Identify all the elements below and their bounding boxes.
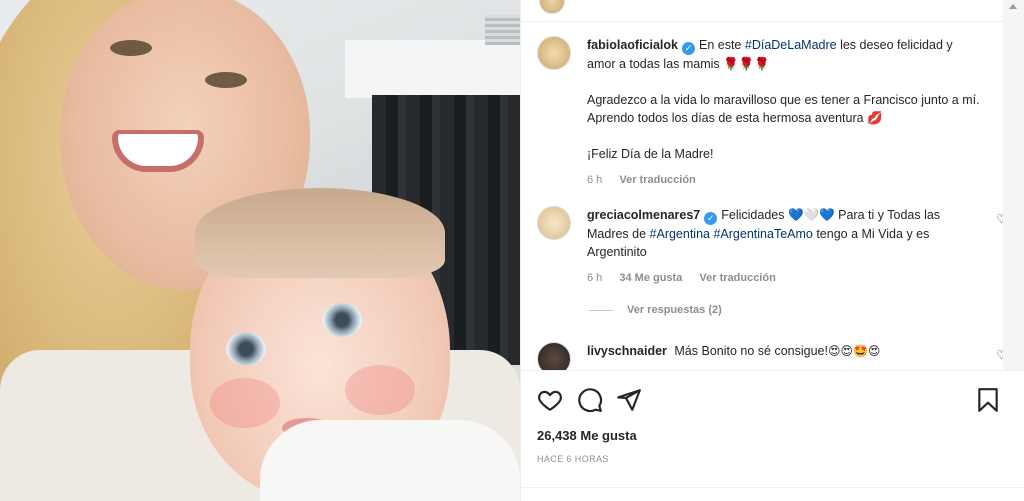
caption-text-prefix: En este xyxy=(699,38,745,52)
comment-text: Más Bonito no sé consigue! xyxy=(674,344,828,358)
caption-body: fabiolaoficialok ✓ En este #DíaDeLaMadre l… xyxy=(587,36,982,189)
caption-username[interactable]: fabiolaoficialok xyxy=(587,38,678,52)
lips-emoji: 💋 xyxy=(867,111,883,125)
comment-translate-link[interactable]: Ver traducción xyxy=(699,272,775,284)
view-replies-label[interactable]: Ver respuestas (2) xyxy=(627,304,722,316)
comment-body: greciacolmenares7 ✓ Felicidades 💙🤍💙 Para t… xyxy=(587,206,982,287)
post-actions: 26,438 Me gusta HACE 6 HORAS xyxy=(521,370,1024,501)
comment-icon[interactable] xyxy=(577,387,603,413)
comment-username[interactable]: greciacolmenares7 xyxy=(587,208,700,222)
add-comment-area[interactable] xyxy=(521,487,1024,501)
photo-baby-hair xyxy=(195,188,445,278)
comments-scrollbar[interactable] xyxy=(1003,0,1024,370)
heart-icon[interactable] xyxy=(537,387,563,413)
scroll-up-arrow-icon[interactable] xyxy=(1009,4,1017,9)
replies-line xyxy=(589,309,613,311)
verified-icon: ✓ xyxy=(704,212,718,225)
caption-paragraph: Agradezco a la vida lo maravilloso que e… xyxy=(587,91,982,127)
caption-hashtag[interactable]: #DíaDeLaMadre xyxy=(745,38,837,52)
photo-window xyxy=(345,40,520,102)
photo-baby-onesie xyxy=(260,420,520,501)
header-avatar[interactable] xyxy=(539,0,565,14)
caption-greeting: ¡Feliz Día de la Madre! xyxy=(587,147,714,161)
comment-username[interactable]: livyschnaider xyxy=(587,344,667,358)
photo-mother-eye-right xyxy=(205,72,247,88)
photo-baby-cheek-right xyxy=(345,365,415,415)
face-emoji: 😍😍🤩😍 xyxy=(827,344,881,358)
verified-icon: ✓ xyxy=(682,42,695,55)
post-timestamp[interactable]: HACE 6 HORAS xyxy=(537,454,609,464)
photo-baby-eye-right xyxy=(322,303,362,337)
comment-hashtag[interactable]: #ArgentinaTeAmo xyxy=(713,227,812,241)
post-header xyxy=(521,0,1004,22)
comment-time[interactable]: 6 h xyxy=(587,272,602,284)
comment-body: livyschnaider Más Bonito no sé consigue!… xyxy=(587,342,982,360)
like-count[interactable]: 26,438 Me gusta xyxy=(537,428,637,443)
caption-translate-link[interactable]: Ver traducción xyxy=(619,174,695,186)
comment-likes[interactable]: 34 Me gusta xyxy=(619,272,682,284)
comment-line: greciacolmenares7 ✓ Felicidades 💙🤍💙 Para t… xyxy=(587,206,982,261)
photo-vent xyxy=(485,15,520,45)
caption-meta: 6 h Ver traducción xyxy=(587,171,982,189)
send-icon[interactable] xyxy=(616,387,642,413)
photo-mother-eye-left xyxy=(110,40,152,56)
caption-time[interactable]: 6 h xyxy=(587,174,602,186)
avatar[interactable] xyxy=(537,342,571,370)
photo-baby-eye-left xyxy=(226,332,266,366)
comments-list[interactable]: fabiolaoficialok ✓ En este #DíaDeLaMadre l… xyxy=(521,22,1004,370)
rose-emoji: 🌹🌹🌹 xyxy=(723,57,770,71)
heart-emoji: 💙🤍💙 xyxy=(787,208,835,222)
caption-line: fabiolaoficialok ✓ En este #DíaDeLaMadre l… xyxy=(587,36,982,73)
comment-meta: 6 h 34 Me gusta Ver traducción xyxy=(587,269,982,287)
bookmark-icon[interactable] xyxy=(975,387,1001,413)
post-side-panel: fabiolaoficialok ✓ En este #DíaDeLaMadre l… xyxy=(520,0,1024,501)
photo-baby-cheek-left xyxy=(210,378,280,428)
avatar[interactable] xyxy=(537,36,571,70)
comment-text-prefix: Felicidades xyxy=(721,208,788,222)
avatar[interactable] xyxy=(537,206,571,240)
view-replies-button[interactable]: Ver respuestas (2) xyxy=(589,304,722,316)
comment-hashtag[interactable]: #Argentina xyxy=(650,227,710,241)
caption-paragraph-text: Agradezco a la vida lo maravilloso que e… xyxy=(587,93,980,125)
post-photo[interactable] xyxy=(0,0,520,501)
